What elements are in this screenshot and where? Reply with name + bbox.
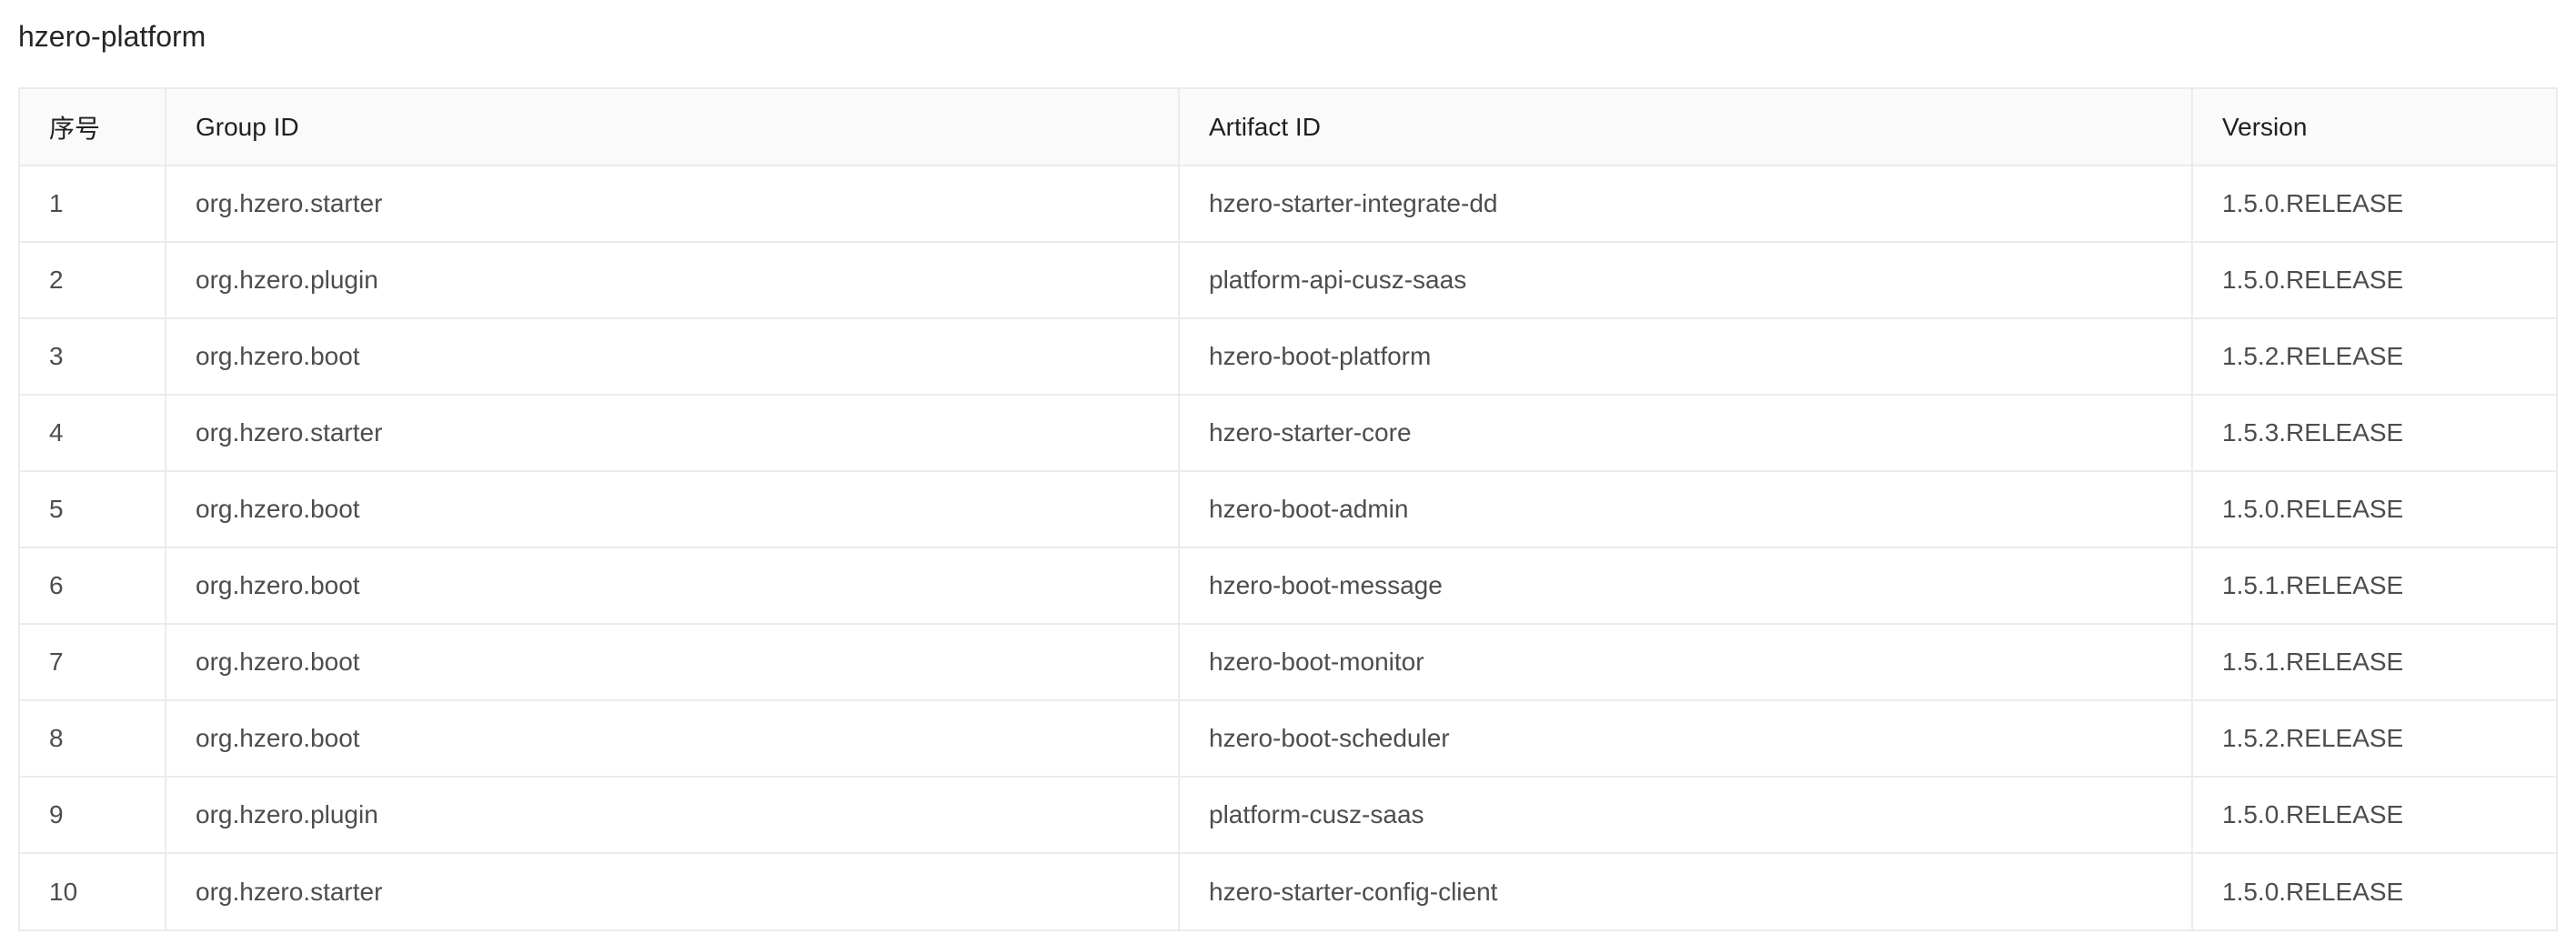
table-row: 8 org.hzero.boot hzero-boot-scheduler 1.… — [20, 700, 2556, 778]
cell-index: 10 — [20, 853, 166, 929]
column-header-artifact-id: Artifact ID — [1179, 89, 2193, 166]
cell-version: 1.5.0.RELEASE — [2192, 242, 2556, 319]
cell-version: 1.5.0.RELEASE — [2192, 471, 2556, 548]
cell-version: 1.5.0.RELEASE — [2192, 166, 2556, 243]
cell-index: 4 — [20, 395, 166, 472]
section-title: hzero-platform — [18, 20, 206, 53]
cell-index: 5 — [20, 471, 166, 548]
dependency-table: 序号 Group ID Artifact ID Version 1 org.hz… — [18, 87, 2558, 931]
cell-index: 8 — [20, 700, 166, 778]
table-row: 9 org.hzero.plugin platform-cusz-saas 1.… — [20, 777, 2556, 854]
cell-version: 1.5.0.RELEASE — [2222, 877, 2404, 906]
cell-group-id: org.hzero.plugin — [166, 242, 1180, 319]
cell-artifact-id: platform-api-cusz-saas — [1179, 242, 2193, 319]
dependency-table-grid: 序号 Group ID Artifact ID Version 1 org.hz… — [20, 89, 2556, 929]
table-row: 4 org.hzero.starter hzero-starter-core 1… — [20, 395, 2556, 472]
cell-index: 1 — [20, 166, 166, 243]
cell-artifact-id: hzero-boot-scheduler — [1179, 700, 2193, 778]
cell-artifact-id: hzero-boot-message — [1179, 547, 2193, 625]
cell-artifact-id: hzero-starter-core — [1179, 395, 2193, 472]
column-header-group-id: Group ID — [166, 89, 1180, 166]
cell-version: 1.5.1.RELEASE — [2192, 624, 2556, 701]
table-row: 6 org.hzero.boot hzero-boot-message 1.5.… — [20, 547, 2556, 625]
table-row: 2 org.hzero.plugin platform-api-cusz-saa… — [20, 242, 2556, 319]
cell-version: 1.5.2.RELEASE — [2192, 318, 2556, 396]
cell-index: 3 — [20, 318, 166, 396]
cell-index: 2 — [20, 242, 166, 319]
cell-version: 1.5.2.RELEASE — [2192, 700, 2556, 778]
table-header-row: 序号 Group ID Artifact ID Version — [20, 89, 2556, 166]
cell-group-id: org.hzero.boot — [166, 700, 1180, 778]
cell-group-id: org.hzero.starter — [166, 166, 1180, 243]
table-header: 序号 Group ID Artifact ID Version — [20, 89, 2556, 166]
cell-version: 1.5.3.RELEASE — [2192, 395, 2556, 472]
cell-group-id: org.hzero.boot — [166, 624, 1180, 701]
cell-group-id: org.hzero.boot — [166, 547, 1180, 625]
cell-group-id: org.hzero.plugin — [166, 777, 1180, 854]
cell-artifact-id: hzero-boot-admin — [1179, 471, 2193, 548]
cell-index: 6 — [20, 547, 166, 625]
cell-index: 7 — [20, 624, 166, 701]
cell-group-id: org.hzero.starter — [166, 853, 1180, 929]
page: hzero-platform 序号 Group ID Artifact ID V… — [0, 0, 2576, 944]
column-header-index: 序号 — [20, 89, 166, 166]
cell-group-id: org.hzero.boot — [166, 471, 1180, 548]
cell-artifact-id: platform-cusz-saas — [1179, 777, 2193, 854]
table-row: 3 org.hzero.boot hzero-boot-platform 1.5… — [20, 318, 2556, 396]
table-row: 10 org.hzero.starter hzero-starter-confi… — [20, 853, 2556, 929]
column-header-version: Version — [2192, 89, 2556, 166]
cell-version: 1.5.1.RELEASE — [2192, 547, 2556, 625]
cell-artifact-id: hzero-boot-platform — [1179, 318, 2193, 396]
table-body: 1 org.hzero.starter hzero-starter-integr… — [20, 166, 2556, 929]
table-row: 1 org.hzero.starter hzero-starter-integr… — [20, 166, 2556, 243]
cell-artifact-id: hzero-boot-monitor — [1179, 624, 2193, 701]
cell-group-id: org.hzero.starter — [166, 395, 1180, 472]
cell-artifact-id: hzero-starter-integrate-dd — [1179, 166, 2193, 243]
cell-artifact-id: hzero-starter-config-client — [1179, 853, 2193, 929]
table-row: 7 org.hzero.boot hzero-boot-monitor 1.5.… — [20, 624, 2556, 701]
cell-group-id: org.hzero.boot — [166, 318, 1180, 396]
cell-index: 9 — [20, 777, 166, 854]
table-row: 5 org.hzero.boot hzero-boot-admin 1.5.0.… — [20, 471, 2556, 548]
cell-version: 1.5.0.RELEASE — [2192, 777, 2556, 854]
